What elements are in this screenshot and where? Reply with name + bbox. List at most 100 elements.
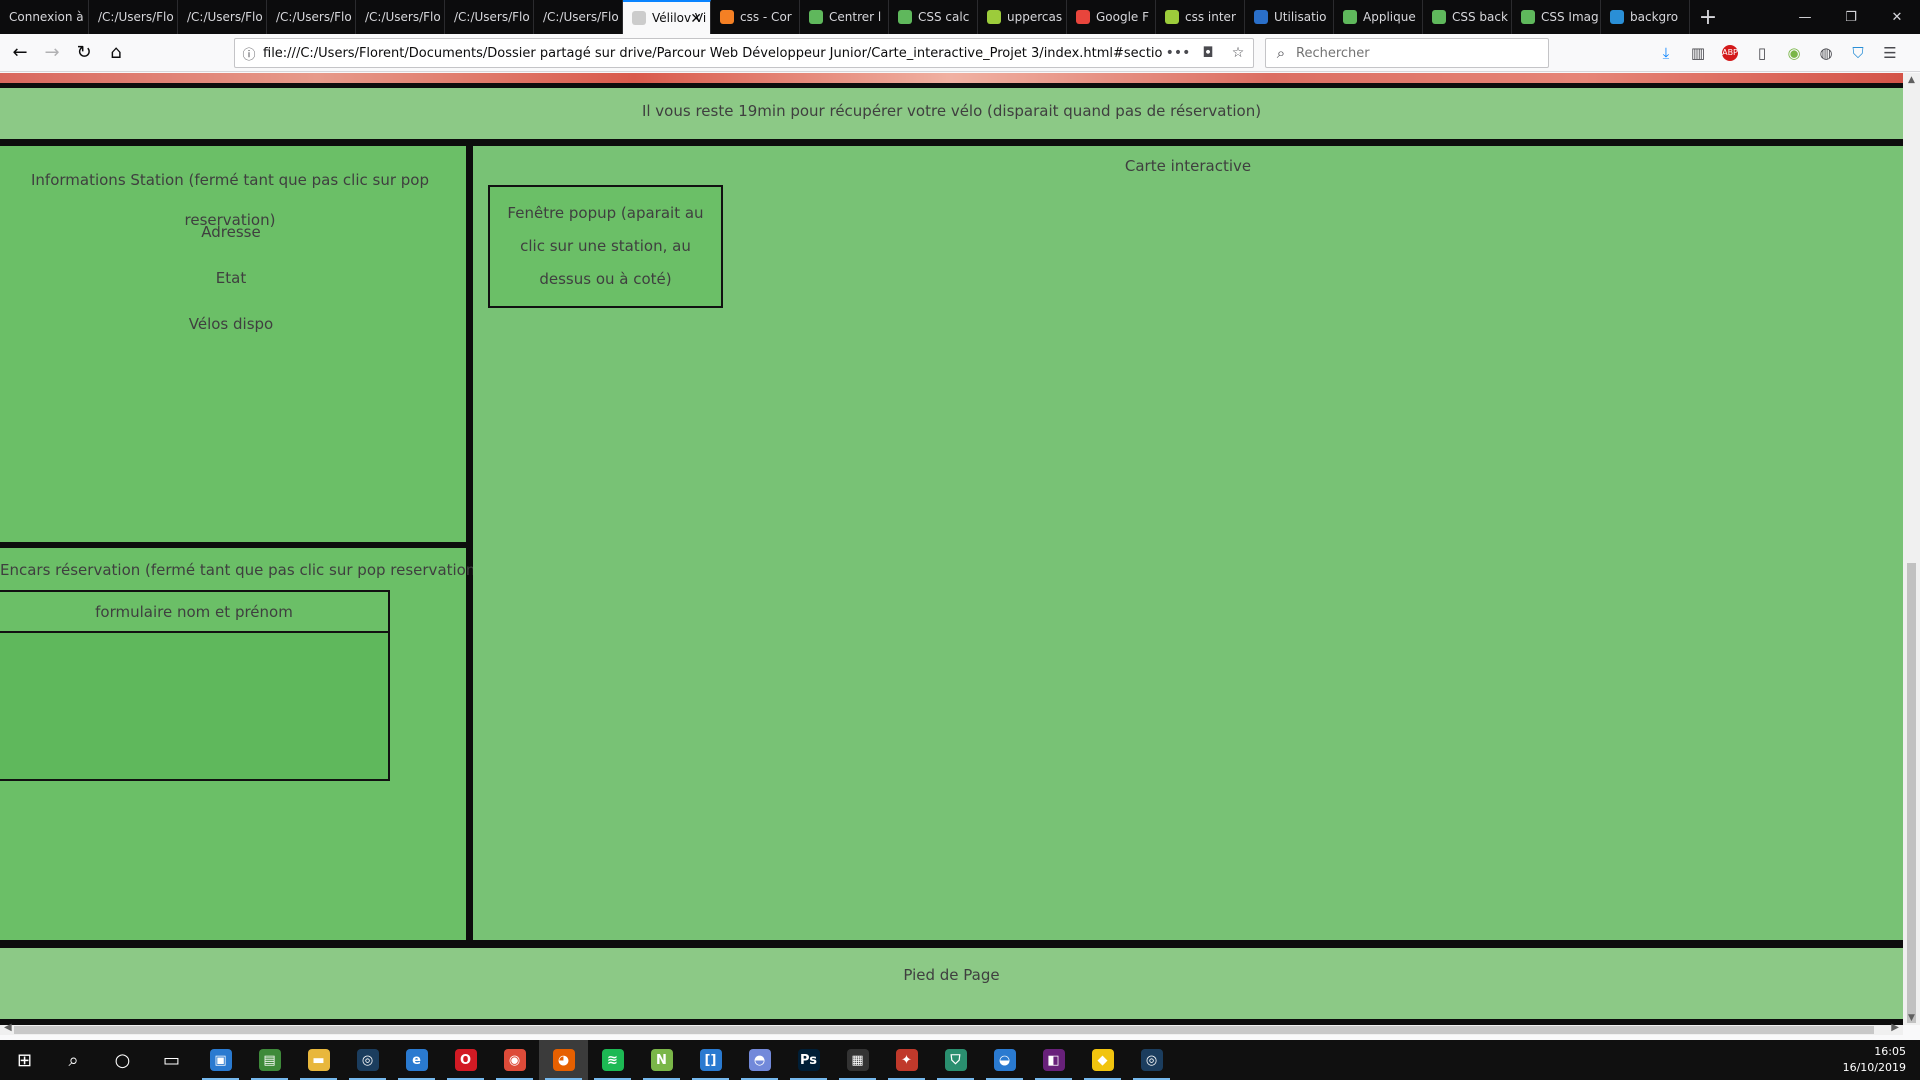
browser-tab[interactable]: /C:/Users/Flo bbox=[445, 0, 534, 34]
browser-tab[interactable]: /C:/Users/Flo bbox=[89, 0, 178, 34]
taskbar-item[interactable]: Ps bbox=[784, 1040, 833, 1080]
extension-icon[interactable]: ◉ bbox=[1778, 44, 1810, 62]
adblock-icon[interactable]: ABP bbox=[1722, 45, 1738, 61]
taskbar-item[interactable]: ▭ bbox=[147, 1040, 196, 1080]
browser-tab[interactable]: Utilisatio bbox=[1245, 0, 1334, 34]
browser-tab-label: CSS back bbox=[1452, 10, 1508, 24]
photos-icon: ▤ bbox=[258, 1049, 281, 1071]
download-icon[interactable]: ⤓ bbox=[1650, 44, 1682, 62]
taskbar-item[interactable]: ⌕ bbox=[49, 1040, 98, 1080]
close-window-icon[interactable]: ✕ bbox=[1874, 0, 1920, 34]
taskbar-item[interactable]: ≋ bbox=[588, 1040, 637, 1080]
taskbar-item[interactable]: ⛉ bbox=[931, 1040, 980, 1080]
taskbar-item[interactable]: ◧ bbox=[1029, 1040, 1078, 1080]
browser-tab[interactable]: /C:/Users/Flo bbox=[534, 0, 623, 34]
menu-icon[interactable]: ☰ bbox=[1874, 44, 1906, 62]
station-popup[interactable]: Fenêtre popup (aparait au clic sur une s… bbox=[488, 185, 723, 308]
clock-time: 16:05 bbox=[1874, 1045, 1906, 1058]
start-icon: ⊞ bbox=[16, 1049, 33, 1071]
search-placeholder[interactable]: Rechercher bbox=[1296, 46, 1370, 61]
signature-canvas[interactable] bbox=[0, 631, 390, 781]
taskbar-item[interactable]: ◎ bbox=[343, 1040, 392, 1080]
interactive-map[interactable]: Carte interactive Fenêtre popup (aparait… bbox=[473, 146, 1903, 940]
search-bar[interactable]: ⌕ Rechercher bbox=[1265, 38, 1549, 68]
browser-tab[interactable]: css inter bbox=[1156, 0, 1245, 34]
taskbar-item[interactable]: ▤ bbox=[245, 1040, 294, 1080]
name-form[interactable]: formulaire nom et prénom bbox=[0, 590, 390, 633]
browser-tab[interactable]: backgro bbox=[1601, 0, 1690, 34]
close-tab-icon[interactable]: ✕ bbox=[690, 11, 702, 27]
taskbar-item[interactable]: e bbox=[392, 1040, 441, 1080]
url-text[interactable]: file:///C:/Users/Florent/Documents/Dossi… bbox=[263, 46, 1163, 61]
map-title: Carte interactive bbox=[1124, 157, 1252, 175]
scroll-down-icon[interactable]: ▼ bbox=[1903, 1013, 1920, 1023]
search-icon: ⌕ bbox=[68, 1049, 79, 1071]
browser-tab[interactable]: /C:/Users/Flo bbox=[267, 0, 356, 34]
station-popup-text: Fenêtre popup (aparait au clic sur une s… bbox=[507, 204, 704, 288]
taskbar-item[interactable]: ⊞ bbox=[0, 1040, 49, 1080]
taskbar-item[interactable]: ◉ bbox=[490, 1040, 539, 1080]
taskbar-item[interactable]: ◒ bbox=[980, 1040, 1029, 1080]
browser-tab[interactable]: CSS back bbox=[1423, 0, 1512, 34]
browser-tab[interactable]: /C:/Users/Flo bbox=[178, 0, 267, 34]
scrollbar-thumb[interactable] bbox=[14, 1026, 1874, 1034]
search-icon: ⌕ bbox=[1276, 44, 1286, 62]
taskbar-item[interactable]: ▬ bbox=[294, 1040, 343, 1080]
browser-tab[interactable]: Google F bbox=[1067, 0, 1156, 34]
visual-studio-icon: ◧ bbox=[1042, 1049, 1065, 1071]
puzzle-icon: ✦ bbox=[895, 1049, 918, 1071]
favicon-icon bbox=[1165, 10, 1179, 24]
browser-tab[interactable]: css - Cor bbox=[711, 0, 800, 34]
shield-icon[interactable]: ⛉ bbox=[1842, 44, 1874, 62]
browser-tab-label: Applique bbox=[1363, 10, 1416, 24]
browser-tab[interactable]: Applique bbox=[1334, 0, 1423, 34]
system-clock[interactable]: 16:05 16/10/2019 bbox=[1843, 1044, 1906, 1076]
forward-icon[interactable]: → bbox=[36, 37, 68, 69]
home-icon[interactable]: ⌂ bbox=[100, 37, 132, 69]
sidebar-icon[interactable]: ▯ bbox=[1746, 44, 1778, 62]
vertical-scrollbar[interactable]: ▲ ▼ bbox=[1903, 73, 1920, 1025]
bookmark-star-icon[interactable]: ☆ bbox=[1223, 45, 1253, 61]
minimize-icon[interactable]: — bbox=[1782, 0, 1828, 34]
taskbar-item[interactable]: ○ bbox=[98, 1040, 147, 1080]
info-icon[interactable]: ⓘ bbox=[235, 44, 263, 63]
taskbar-item[interactable]: ◓ bbox=[735, 1040, 784, 1080]
taskbar-item[interactable]: ▣ bbox=[196, 1040, 245, 1080]
pocket-icon[interactable]: ◘ bbox=[1193, 45, 1223, 61]
browser-tab-label: uppercas bbox=[1007, 10, 1063, 24]
horizontal-scrollbar[interactable]: ◀ ▶ bbox=[0, 1022, 1903, 1035]
browser-tab[interactable]: Vélilov Vi ✕ bbox=[623, 0, 711, 34]
restore-icon[interactable]: ❐ bbox=[1828, 0, 1874, 34]
taskbar-item[interactable]: N bbox=[637, 1040, 686, 1080]
browser-tab[interactable]: uppercas bbox=[978, 0, 1067, 34]
taskbar-item[interactable]: O bbox=[441, 1040, 490, 1080]
taskbar-item[interactable]: ▦ bbox=[833, 1040, 882, 1080]
browser-tab[interactable]: Connexion à bbox=[0, 0, 89, 34]
back-icon[interactable]: ← bbox=[4, 37, 36, 69]
browser-tab[interactable]: CSS calc bbox=[889, 0, 978, 34]
taskbar-item[interactable]: ✦ bbox=[882, 1040, 931, 1080]
scroll-right-icon[interactable]: ▶ bbox=[1891, 1022, 1899, 1033]
browser-tab[interactable]: /C:/Users/Flo bbox=[356, 0, 445, 34]
station-bikes-available: Vélos dispo bbox=[188, 315, 274, 333]
taskbar-item[interactable]: ◕ bbox=[539, 1040, 588, 1080]
scrollbar-thumb[interactable] bbox=[1907, 563, 1916, 1023]
taskbar-item[interactable]: ◆ bbox=[1078, 1040, 1127, 1080]
scroll-up-icon[interactable]: ▲ bbox=[1903, 75, 1920, 85]
page-actions-icon[interactable]: ••• bbox=[1163, 45, 1193, 61]
url-bar[interactable]: ⓘ file:///C:/Users/Florent/Documents/Dos… bbox=[234, 38, 1254, 68]
browser-tab-label: css - Cor bbox=[740, 10, 792, 24]
taskbar-item[interactable]: ◎ bbox=[1127, 1040, 1176, 1080]
browser-tab-label: Google F bbox=[1096, 10, 1150, 24]
scroll-left-icon[interactable]: ◀ bbox=[4, 1022, 12, 1033]
account-icon[interactable]: ◍ bbox=[1810, 44, 1842, 62]
reload-icon[interactable]: ↻ bbox=[68, 37, 100, 69]
favicon-icon bbox=[1521, 10, 1535, 24]
browser-tab[interactable]: CSS Imag bbox=[1512, 0, 1601, 34]
library-icon[interactable]: ▥ bbox=[1682, 44, 1714, 62]
station-status: Etat bbox=[215, 269, 247, 287]
browser-tab-label: /C:/Users/Flo bbox=[187, 10, 263, 24]
browser-tab[interactable]: Centrer l bbox=[800, 0, 889, 34]
new-tab-button[interactable]: + bbox=[1690, 0, 1726, 34]
taskbar-item[interactable]: [] bbox=[686, 1040, 735, 1080]
